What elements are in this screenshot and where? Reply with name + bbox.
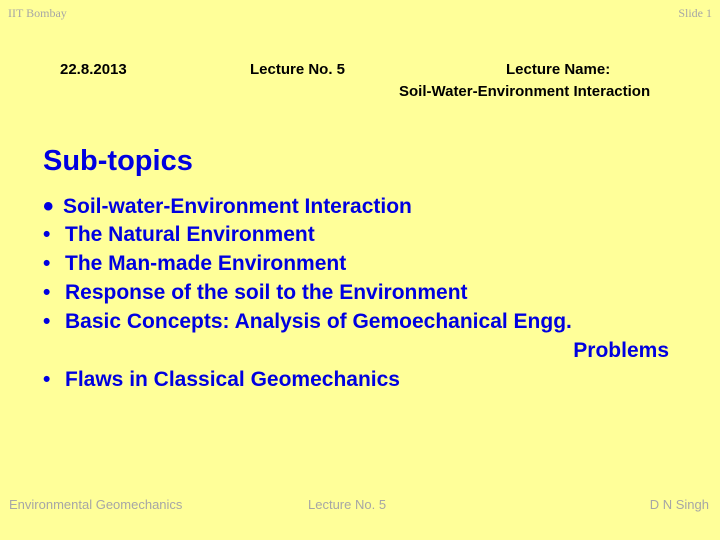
bullet-icon: • bbox=[43, 281, 51, 304]
lecture-date: 22.8.2013 bbox=[60, 61, 127, 78]
lecture-number: Lecture No. 5 bbox=[250, 61, 346, 78]
topic-item: • The Man-made Environment bbox=[43, 252, 346, 276]
topic-text: Soil-water-Environment Interaction bbox=[63, 195, 412, 218]
topic-item: • The Natural Environment bbox=[43, 223, 315, 247]
header-slide-number: Slide 1 bbox=[678, 6, 712, 20]
bullet-icon: • bbox=[43, 310, 51, 333]
topic-text: Basic Concepts: Analysis of Gemoechanica… bbox=[65, 310, 572, 333]
subtopics-title: Sub-topics bbox=[43, 145, 193, 177]
topic-text: Flaws in Classical Geomechanics bbox=[65, 368, 400, 391]
bullet-icon: • bbox=[43, 368, 51, 391]
bullet-icon: • bbox=[43, 252, 51, 275]
topic-text: Response of the soil to the Environment bbox=[65, 281, 468, 304]
topic-continuation: Problems bbox=[573, 339, 669, 362]
lecture-name: Soil-Water-Environment Interaction bbox=[399, 83, 651, 100]
topic-text: The Natural Environment bbox=[65, 223, 315, 246]
topic-item: • Response of the soil to the Environment bbox=[43, 281, 468, 305]
footer-author: D N Singh bbox=[649, 497, 709, 512]
topic-text: The Man-made Environment bbox=[65, 252, 347, 275]
bullet-icon: • bbox=[43, 190, 54, 223]
lecture-name-label: Lecture Name: bbox=[506, 61, 611, 78]
topic-item: • Soil-water-Environment Interaction bbox=[43, 190, 412, 224]
header-institution: IIT Bombay bbox=[8, 6, 67, 20]
slide: IIT Bombay Slide 1 22.8.2013 Lecture No.… bbox=[0, 0, 720, 540]
footer-lecture: Lecture No. 5 bbox=[308, 497, 387, 512]
topic-item: • Basic Concepts: Analysis of Gemoechanic… bbox=[43, 310, 572, 334]
bullet-icon: • bbox=[43, 223, 51, 246]
topic-item: • Flaws in Classical Geomechanics bbox=[43, 368, 400, 392]
footer-course: Environmental Geomechanics bbox=[9, 497, 183, 512]
